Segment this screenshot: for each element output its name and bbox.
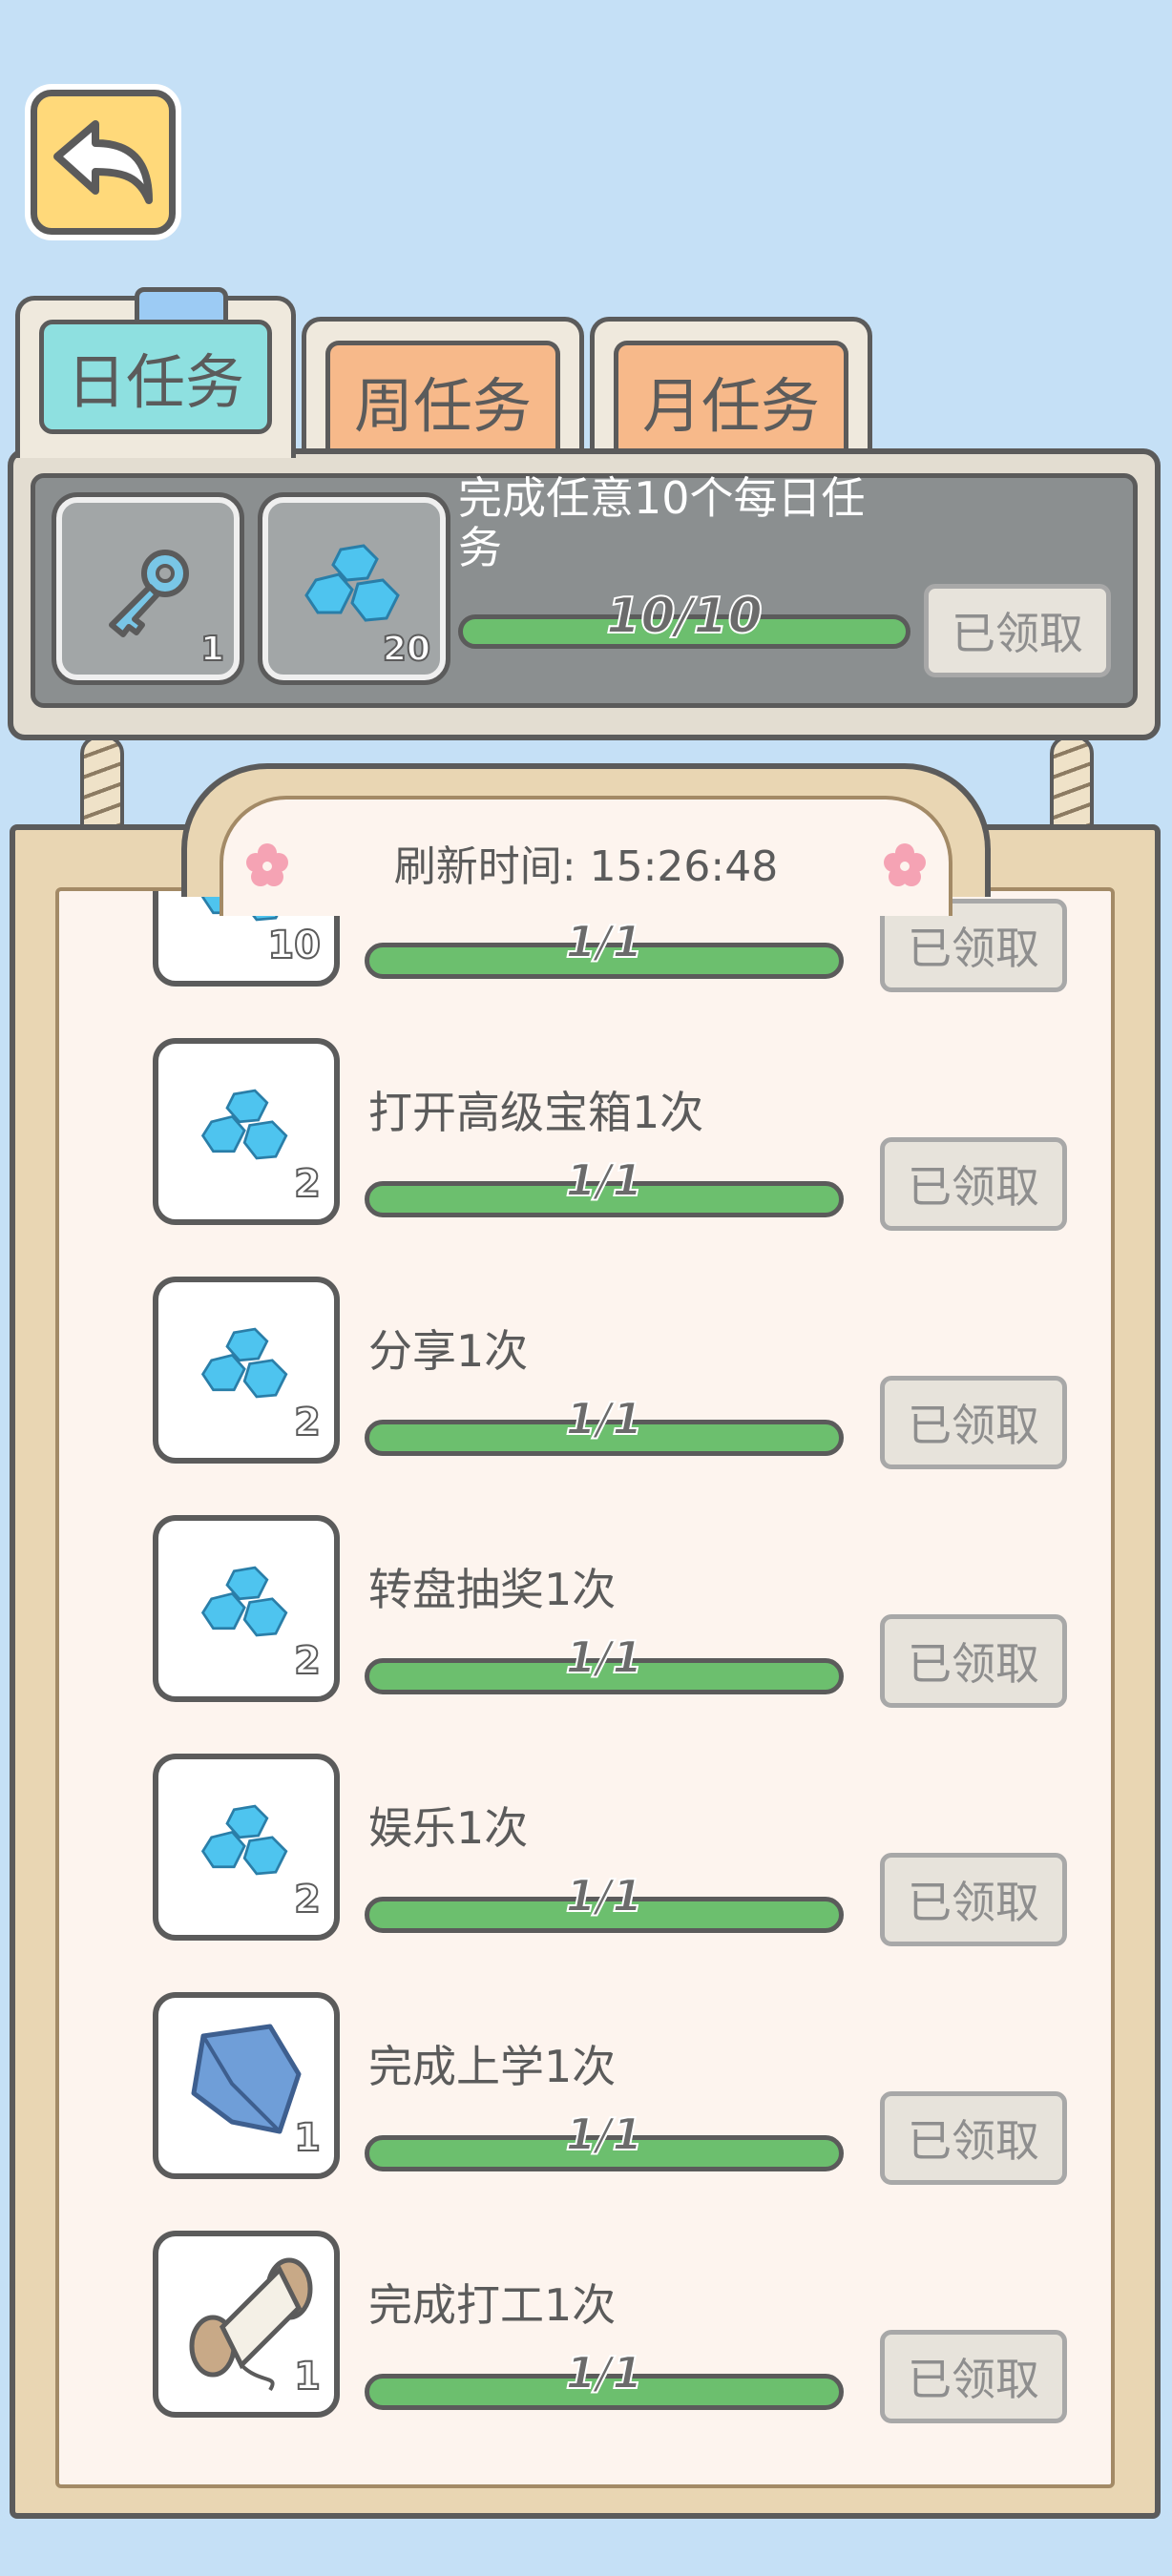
task-reward-count: 10 — [266, 923, 322, 968]
task-progress-text: 1/1 — [565, 2108, 644, 2161]
task-row: 2 分享1次 1/1 已领取 — [153, 1277, 1069, 1469]
task-reward-count: 2 — [293, 1638, 322, 1684]
key-icon — [109, 550, 189, 637]
task-reward-count: 2 — [293, 1161, 322, 1207]
task-row: 2 娱乐1次 1/1 已领取 — [153, 1754, 1069, 1946]
back-button[interactable] — [31, 90, 176, 235]
summary-panel: 1 20 完成任意10个每日任务 10/10 已领取 — [8, 448, 1161, 740]
summary-reward-diamond: 20 — [262, 497, 446, 680]
task-reward-box: 2 — [153, 1038, 340, 1225]
task-board-paper[interactable]: 10 1/1 已领取 2 打开高级宝箱1次 1/1 已领取 2 分享1次 1/1 已领取 2 转盘抽奖1… — [55, 887, 1115, 2488]
task-title: 娱乐1次 — [368, 1802, 529, 1854]
task-reward-count: 1 — [293, 2115, 322, 2161]
task-title: 分享1次 — [368, 1325, 529, 1377]
task-row: 2 打开高级宝箱1次 1/1 已领取 — [153, 1038, 1069, 1231]
task-claimed-button[interactable]: 已领取 — [880, 1376, 1067, 1469]
tab-weekly-label: 周任务 — [325, 341, 560, 455]
tab-daily[interactable]: 日任务 — [15, 287, 296, 458]
summary-reward-diamond-count: 20 — [382, 629, 431, 670]
summary-title: 完成任意10个每日任务 — [458, 472, 866, 573]
task-progress-text: 1/1 — [565, 1153, 644, 1207]
task-claimed-button[interactable]: 已领取 — [880, 1614, 1067, 1708]
tab-monthly[interactable]: 月任务 — [590, 317, 872, 455]
tab-daily-label: 日任务 — [39, 320, 272, 434]
task-reward-box: 2 — [153, 1515, 340, 1702]
task-progress-text: 1/1 — [565, 915, 644, 968]
task-title: 完成上学1次 — [368, 2041, 617, 2092]
flower-icon — [884, 843, 926, 886]
tab-monthly-label: 月任务 — [614, 341, 848, 455]
task-row: 1 完成上学1次 1/1 已领取 — [153, 1992, 1069, 2185]
task-progress-text: 1/1 — [565, 1392, 644, 1445]
diamond-icon — [194, 1559, 299, 1658]
summary-reward-key: 1 — [56, 497, 240, 680]
task-claimed-button[interactable]: 已领取 — [880, 2091, 1067, 2185]
task-progress-text: 1/1 — [565, 1631, 644, 1684]
task-row: 2 转盘抽奖1次 1/1 已领取 — [153, 1515, 1069, 1708]
diamond-icon — [194, 1797, 299, 1897]
tab-weekly[interactable]: 周任务 — [302, 317, 584, 455]
task-reward-count: 1 — [293, 2354, 322, 2399]
diamond-icon — [304, 544, 400, 622]
task-claimed-button[interactable]: 已领取 — [880, 1853, 1067, 1946]
task-claimed-button[interactable]: 已领取 — [880, 1137, 1067, 1231]
task-reward-count: 2 — [293, 1877, 322, 1922]
task-reward-box: 2 — [153, 1754, 340, 1941]
back-arrow-icon — [53, 120, 153, 204]
task-reward-box: 1 — [153, 2231, 340, 2418]
diamond-icon — [194, 1320, 299, 1420]
summary-claimed-button[interactable]: 已领取 — [924, 584, 1111, 677]
task-title: 转盘抽奖1次 — [368, 1564, 617, 1615]
task-progress-text: 1/1 — [565, 2346, 644, 2399]
task-board: 10 1/1 已领取 2 打开高级宝箱1次 1/1 已领取 2 分享1次 1/1 已领取 2 转盘抽奖1… — [10, 824, 1161, 2519]
task-reward-count: 2 — [293, 1400, 322, 1445]
task-title: 打开高级宝箱1次 — [368, 1087, 704, 1138]
task-reward-box: 2 — [153, 1277, 340, 1464]
summary-reward-key-count: 1 — [199, 629, 225, 670]
task-title: 完成打工1次 — [368, 2279, 617, 2331]
task-progress-text: 1/1 — [565, 1869, 644, 1922]
task-reward-box: 1 — [153, 1992, 340, 2179]
task-claimed-button[interactable]: 已领取 — [880, 2330, 1067, 2423]
diamond-icon — [194, 1082, 299, 1181]
refresh-time: 刷新时间: 15:26:48 — [393, 842, 779, 891]
task-row: 1 完成打工1次 1/1 已领取 — [153, 2231, 1069, 2423]
summary-progress-text: 10/10 — [605, 587, 764, 646]
